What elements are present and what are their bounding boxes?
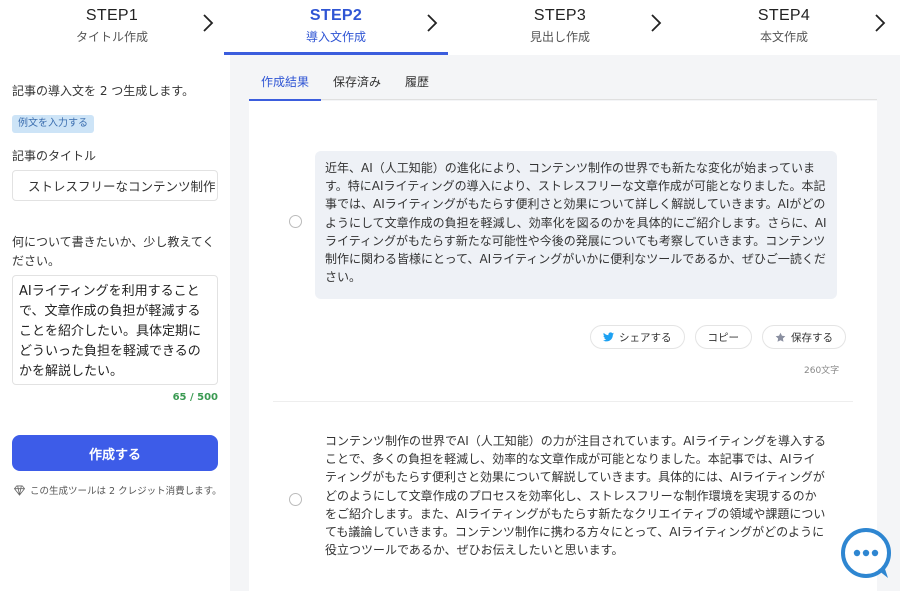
results-list: 近年、AI（人工知能）の進化により、コンテンツ制作の世界でも新たな変化が始まって… — [249, 101, 877, 591]
stepper: STEP1 タイトル作成 STEP2 導入文作成 STEP3 見出し作成 STE… — [0, 0, 900, 55]
input-panel: 記事の導入文を 2 つ生成します。 例文を入力する 記事のタイトル 何について書… — [0, 55, 230, 591]
credit-text: この生成ツールは 2 クレジット消費します。 — [30, 483, 222, 497]
step-number: STEP3 — [448, 7, 672, 25]
about-textarea[interactable]: AIライティングを利用することで、文章作成の負担が軽減することを紹介したい。具体… — [12, 275, 218, 385]
chevron-right-icon — [202, 14, 214, 32]
credit-note: この生成ツールは 2 クレジット消費します。 — [14, 483, 222, 497]
tab-results[interactable]: 作成結果 — [249, 67, 321, 100]
step-number: STEP1 — [0, 7, 224, 25]
step-1[interactable]: STEP1 タイトル作成 — [0, 0, 224, 55]
step-number: STEP4 — [672, 7, 896, 25]
result-tabs: 作成結果 保存済み 履歴 — [249, 67, 877, 100]
result-divider — [273, 401, 853, 402]
result-1-text: 近年、AI（人工知能）の進化により、コンテンツ制作の世界でも新たな変化が始まって… — [315, 151, 837, 299]
share-button[interactable]: シェアする — [590, 325, 685, 349]
panel-description: 記事の導入文を 2 つ生成します。 — [12, 82, 194, 99]
copy-label: コピー — [708, 330, 740, 345]
about-label: 何について書きたいか、少し教えてください。 — [12, 233, 222, 271]
step-label: 本文作成 — [672, 28, 896, 45]
step-number: STEP2 — [224, 7, 448, 25]
step-label: タイトル作成 — [0, 28, 224, 45]
save-label: 保存する — [791, 330, 833, 345]
results-panel: 作成結果 保存済み 履歴 近年、AI（人工知能）の進化により、コンテンツ制作の世… — [230, 55, 900, 591]
star-icon — [775, 332, 786, 343]
result-2-text: コンテンツ制作の世界でAI（人工知能）の力が注目されています。AIライティングを… — [315, 432, 837, 559]
step-label: 見出し作成 — [448, 28, 672, 45]
copy-button[interactable]: コピー — [695, 325, 753, 349]
result-1-actions: シェアする コピー 保存する — [590, 325, 846, 349]
step-label: 導入文作成 — [224, 28, 448, 45]
create-button[interactable]: 作成する — [12, 435, 218, 471]
step-4[interactable]: STEP4 本文作成 — [672, 0, 896, 55]
result-1-radio[interactable] — [289, 215, 302, 228]
character-counter: 65 / 500 — [173, 392, 218, 403]
chevron-right-icon — [426, 14, 438, 32]
save-button[interactable]: 保存する — [762, 325, 846, 349]
chat-bubble-icon[interactable] — [838, 526, 894, 582]
twitter-bird-icon — [603, 332, 614, 342]
result-2-radio[interactable] — [289, 493, 302, 506]
chevron-right-icon — [650, 14, 662, 32]
step-2[interactable]: STEP2 導入文作成 — [224, 0, 448, 55]
example-input-button[interactable]: 例文を入力する — [12, 115, 94, 133]
result-1-char-count: 260文字 — [804, 363, 839, 376]
diamond-icon — [14, 485, 25, 496]
chevron-right-icon — [874, 14, 886, 32]
tab-history[interactable]: 履歴 — [393, 67, 441, 100]
title-label: 記事のタイトル — [12, 147, 96, 164]
tab-saved[interactable]: 保存済み — [321, 67, 393, 100]
step-3[interactable]: STEP3 見出し作成 — [448, 0, 672, 55]
share-label: シェアする — [619, 330, 672, 345]
title-input[interactable] — [12, 170, 218, 201]
